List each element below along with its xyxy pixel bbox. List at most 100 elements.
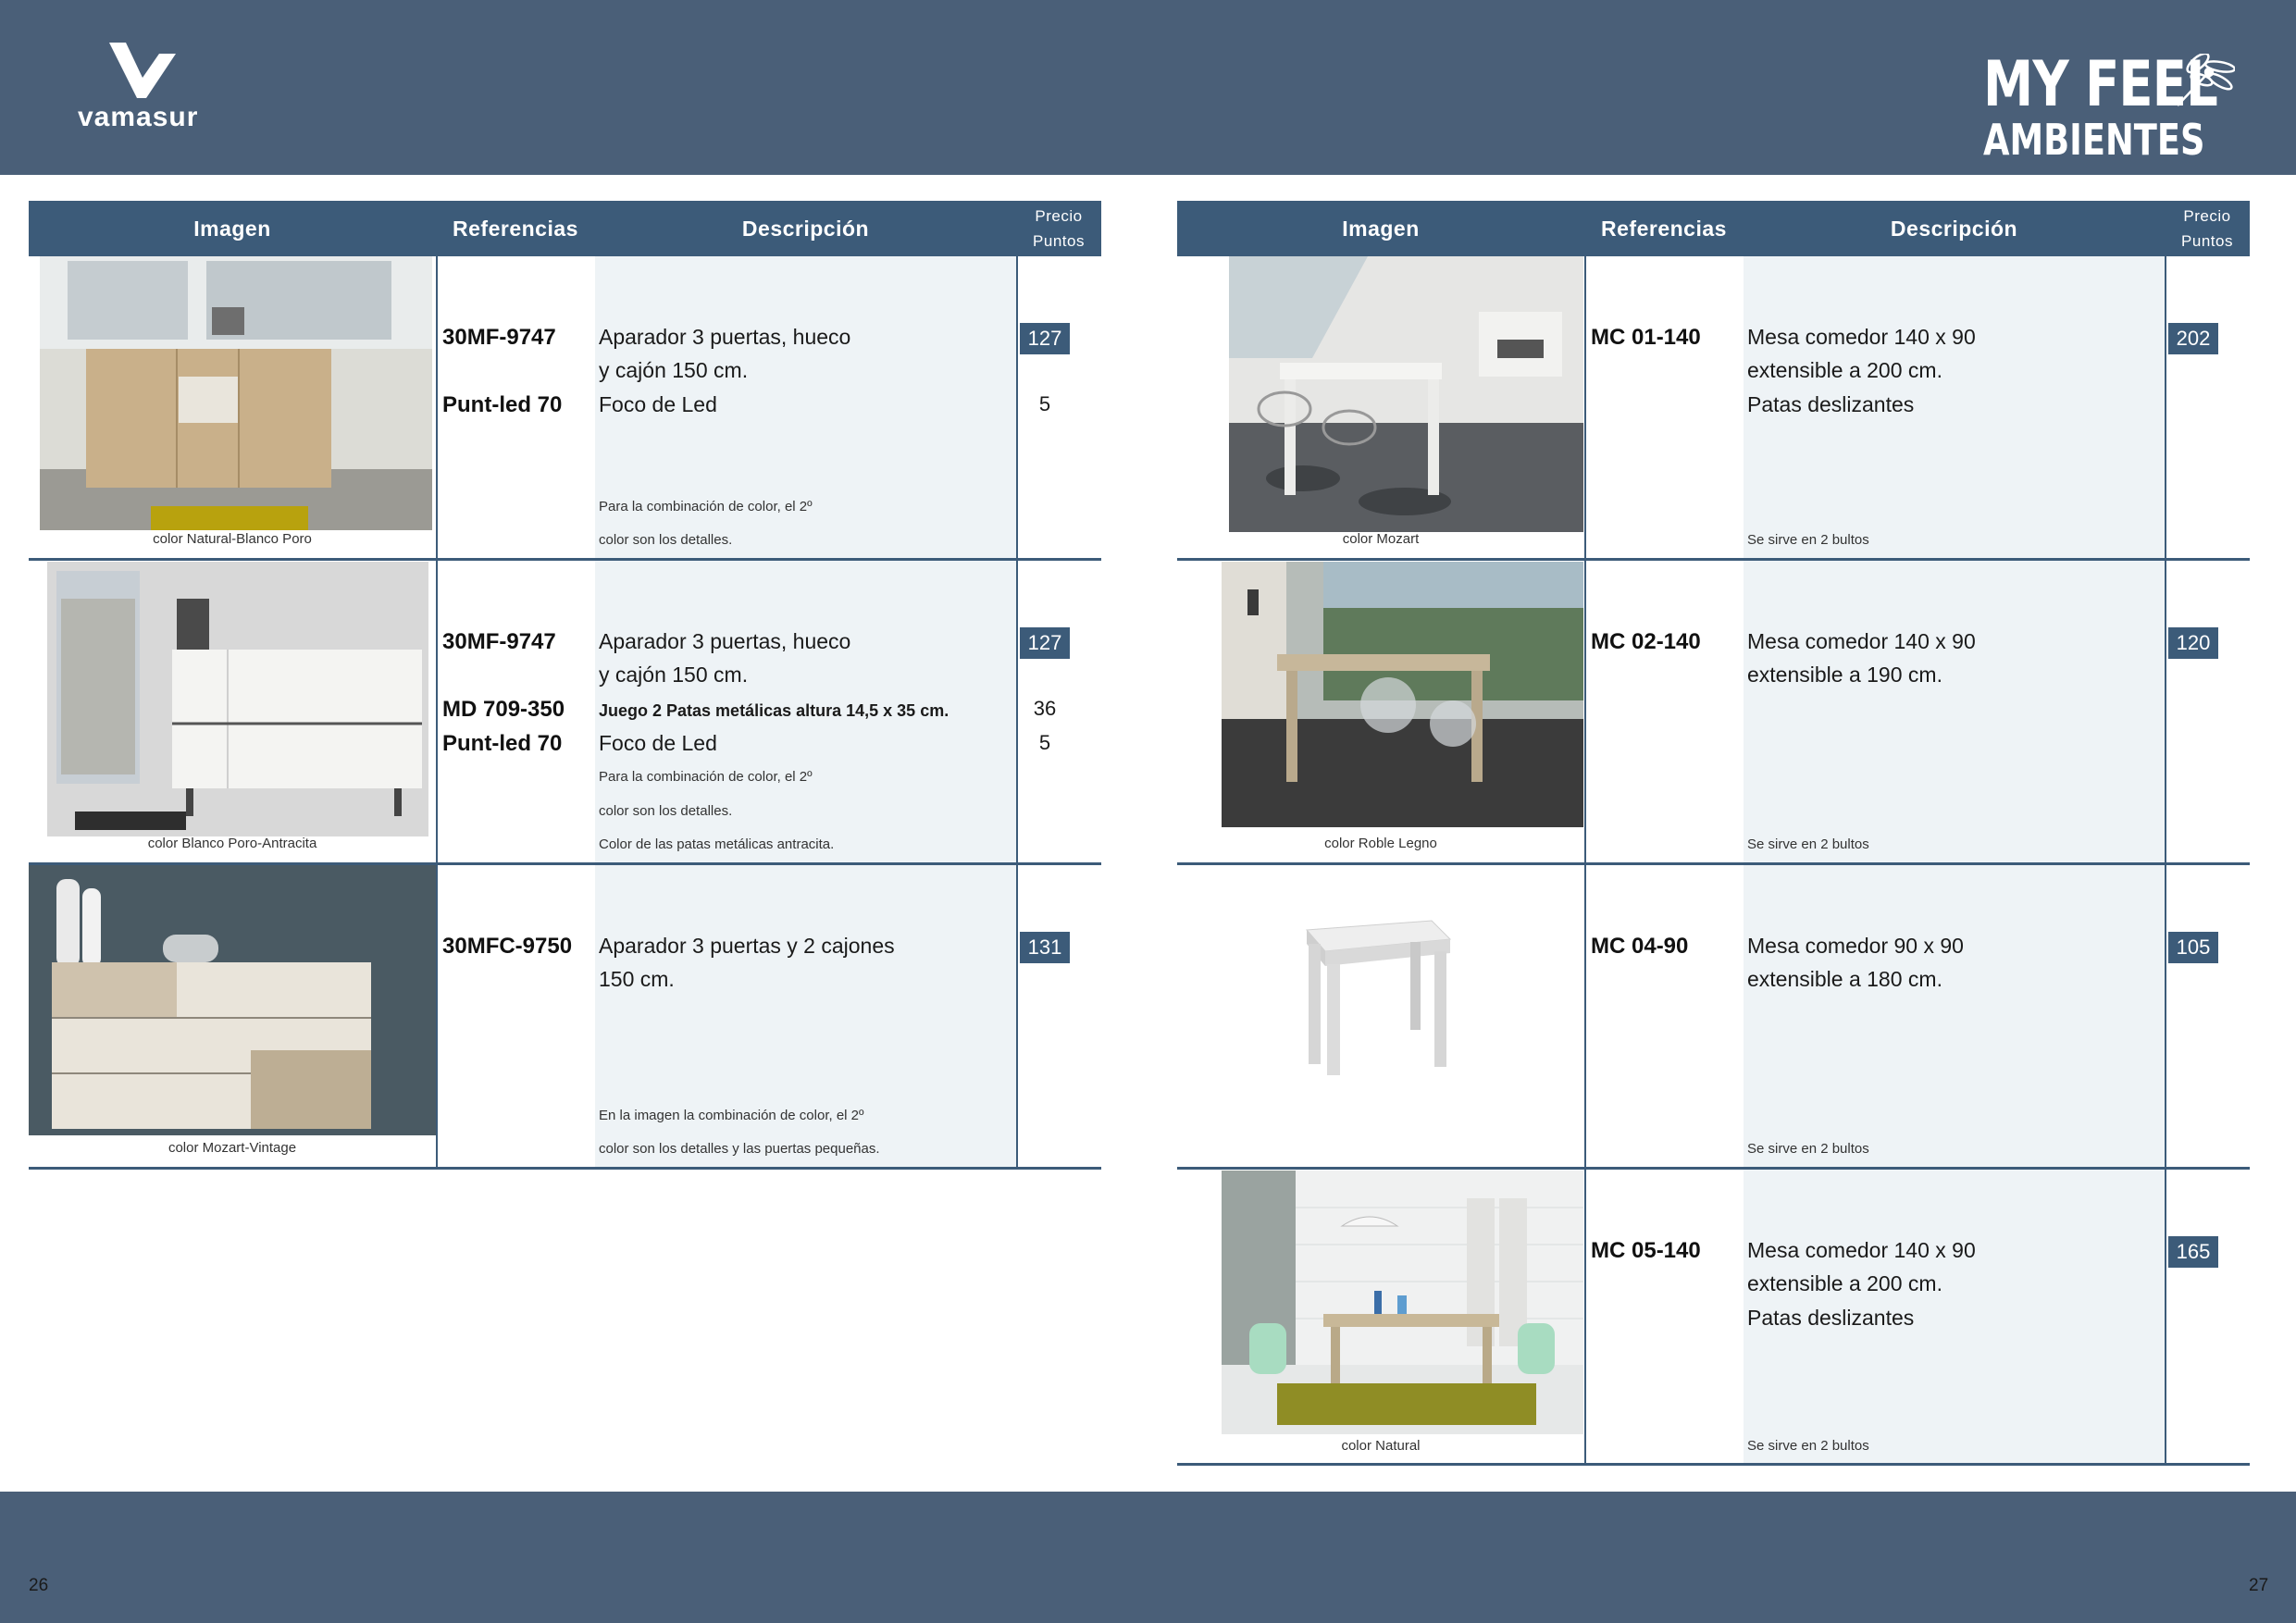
description-line: extensible a 200 cm. [1747, 358, 1942, 382]
reference-code: Punt-led 70 [442, 731, 563, 756]
description-line: Aparador 3 puertas y 2 cajones [599, 934, 895, 958]
left-product-table: Imagen Referencias Descripción Precio Pun… [29, 201, 1101, 1170]
price-cell: 202 [2165, 256, 2250, 558]
col-puntos-label: Puntos [1033, 232, 1085, 250]
table-header: Imagen Referencias Descripción Precio Pun… [29, 201, 1101, 256]
price-value: 5 [1038, 731, 1051, 754]
reference-code: MC 02-140 [1591, 629, 1701, 654]
image-cell: color Mozart-Vintage [29, 865, 436, 1167]
description-cell: Mesa comedor 140 x 90 extensible a 190 c… [1744, 561, 2165, 862]
image-cell: color Natural-Blanco Poro [29, 256, 436, 558]
description-line: Mesa comedor 140 x 90 [1747, 1238, 1976, 1262]
col-puntos-label: Puntos [2181, 232, 2233, 250]
table-row: color Mozart-Vintage 30MFC-9750 Aparador… [29, 865, 1101, 1170]
col-precio-label: Precio [1035, 207, 1083, 225]
image-caption: color Mozart [1342, 531, 1420, 547]
product-photo-sideboard-vintage [29, 865, 436, 1135]
product-photo-table-roble [1222, 562, 1583, 827]
col-imagen: Imagen [193, 216, 271, 241]
description-note: Para la combinación de color, el 2º [599, 499, 813, 514]
description-cell: Aparador 3 puertas, hueco y cajón 150 cm… [595, 256, 1016, 558]
reference-code: MC 05-140 [1591, 1238, 1701, 1263]
description-line: y cajón 150 cm. [599, 663, 749, 687]
footer-band [0, 1492, 2296, 1623]
description-line: y cajón 150 cm. [599, 358, 749, 382]
reference-code: MC 04-90 [1591, 934, 1689, 959]
price-badge: 165 [2168, 1236, 2218, 1268]
product-photo-table-square [1305, 920, 1452, 1075]
image-cell: color Natural [1177, 1170, 1584, 1463]
description-note: color son los detalles. [599, 532, 733, 548]
price-badge: 202 [2168, 323, 2218, 354]
description-line: Mesa comedor 140 x 90 [1747, 325, 1976, 349]
col-descripcion: Descripción [1890, 216, 2018, 241]
reference-code: 30MFC-9750 [442, 934, 573, 959]
product-photo-table-mozart [1229, 256, 1583, 532]
col-referencias: Referencias [453, 216, 578, 241]
image-cell: color Roble Legno [1177, 561, 1584, 862]
description-cell: Aparador 3 puertas y 2 cajones 150 cm. E… [595, 865, 1016, 1167]
description-line: Aparador 3 puertas, hueco [599, 325, 851, 349]
price-cell: 131 [1016, 865, 1101, 1167]
table-row: color Natural-Blanco Poro 30MF-9747 Punt… [29, 256, 1101, 561]
description-note: Para la combinación de color, el 2º [599, 769, 813, 785]
description-note: En la imagen la combinación de color, el… [599, 1108, 864, 1123]
image-caption: color Blanco Poro-Antracita [147, 836, 317, 851]
price-badge: 127 [1020, 627, 1070, 659]
description-line: Patas deslizantes [1747, 1306, 1915, 1330]
reference-code: 30MF-9747 [442, 629, 556, 654]
description-note: Se sirve en 2 bultos [1747, 1141, 1869, 1157]
price-cell: 165 [2165, 1170, 2250, 1463]
col-referencias: Referencias [1601, 216, 1727, 241]
description-line: extensible a 200 cm. [1747, 1271, 1942, 1295]
description-line: Aparador 3 puertas, hueco [599, 629, 851, 653]
price-cell: 105 [2165, 865, 2250, 1167]
page-number-right: 27 [2249, 1576, 2269, 1595]
price-cell: 127 5 [1016, 256, 1101, 558]
description-line: Mesa comedor 90 x 90 [1747, 934, 1964, 958]
description-cell: Mesa comedor 90 x 90 extensible a 180 cm… [1744, 865, 2165, 1167]
product-photo-table-natural [1222, 1171, 1583, 1434]
header-band: vamasur MY FEEL AMBIENTES [0, 0, 2296, 175]
table-row: color Natural MC 05-140 Mesa comedor 140… [1177, 1170, 2250, 1466]
references-cell: 30MFC-9750 [436, 865, 595, 1167]
reference-code: MD 709-350 [442, 697, 565, 722]
product-photo-sideboard-white [47, 562, 428, 836]
description-line: 150 cm. [599, 967, 675, 991]
price-badge: 105 [2168, 932, 2218, 963]
description-cell: Mesa comedor 140 x 90 extensible a 200 c… [1744, 1170, 2165, 1463]
col-precio-puntos: Precio Puntos [1016, 201, 1101, 256]
table-row: color Blanco Poro-Antracita 30MF-9747 MD… [29, 561, 1101, 865]
right-product-table: Imagen Referencias Descripción Precio Pun… [1177, 201, 2250, 1466]
price-value: 5 [1038, 392, 1051, 415]
description-note: Color de las patas metálicas antracita. [599, 836, 835, 852]
description-note: color son los detalles. [599, 803, 733, 819]
description-cell: Mesa comedor 140 x 90 extensible a 200 c… [1744, 256, 2165, 558]
references-cell: MC 01-140 [1584, 256, 1744, 558]
references-cell: 30MF-9747 Punt-led 70 [436, 256, 595, 558]
description-note: color son los detalles y las puertas peq… [599, 1141, 880, 1157]
references-cell: MC 04-90 [1584, 865, 1744, 1167]
brand-line-2: AMBIENTES [1983, 115, 2205, 165]
description-line: Juego 2 Patas metálicas altura 14,5 x 35… [599, 701, 949, 720]
references-cell: 30MF-9747 MD 709-350 Punt-led 70 [436, 561, 595, 862]
description-line: Foco de Led [599, 731, 717, 755]
reference-code: 30MF-9747 [442, 325, 556, 350]
table-row: MC 04-90 Mesa comedor 90 x 90 extensible… [1177, 865, 2250, 1170]
description-cell: Aparador 3 puertas, hueco y cajón 150 cm… [595, 561, 1016, 862]
product-photo-sideboard-natural [40, 256, 432, 530]
table-row: color Roble Legno MC 02-140 Mesa comedor… [1177, 561, 2250, 865]
price-badge: 127 [1020, 323, 1070, 354]
image-cell: color Mozart [1177, 256, 1584, 558]
table-header: Imagen Referencias Descripción Precio Pun… [1177, 201, 2250, 256]
image-caption: color Natural-Blanco Poro [153, 531, 312, 547]
image-cell: color Blanco Poro-Antracita [29, 561, 436, 862]
price-value: 36 [1033, 697, 1057, 720]
description-line: Patas deslizantes [1747, 392, 1915, 416]
price-cell: 120 [2165, 561, 2250, 862]
price-badge: 120 [2168, 627, 2218, 659]
vamasur-logo-text: vamasur [78, 102, 199, 132]
image-cell [1177, 865, 1584, 1167]
reference-code: MC 01-140 [1591, 325, 1701, 350]
col-imagen: Imagen [1342, 216, 1420, 241]
